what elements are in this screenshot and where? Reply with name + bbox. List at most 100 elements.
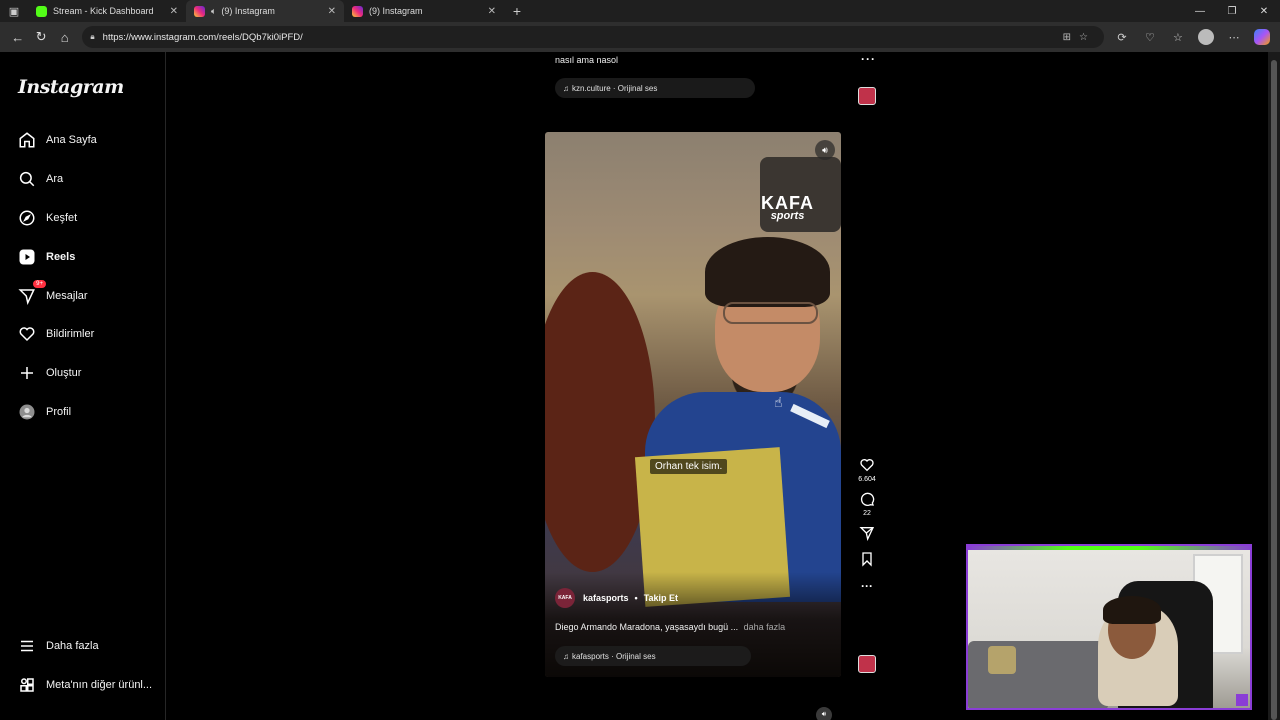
more-options-icon[interactable]: ··· (861, 577, 873, 595)
url-text: https://www.instagram.com/reels/DQb7ki0i… (102, 31, 303, 43)
nav-more[interactable]: Daha fazla (16, 632, 156, 660)
site-info-icon[interactable]: 🔒︎ (90, 32, 94, 42)
close-icon[interactable]: ✕ (488, 6, 496, 17)
video-scene-element (705, 237, 830, 307)
heart-icon[interactable] (859, 457, 875, 475)
like-count: 6.604 (858, 476, 876, 483)
reel-audio-thumbnail[interactable] (858, 655, 876, 673)
nav-label: Ana Sayfa (46, 134, 97, 146)
messenger-icon: 9+ (16, 280, 46, 307)
nav-notifications[interactable]: Bildirimler (16, 320, 156, 348)
send-icon[interactable] (859, 525, 875, 543)
nav-label: Oluştur (46, 367, 82, 379)
reel-video[interactable]: KAFA sports 🔊︎ Orhan tek isim. ☝︎ KAFA k… (545, 132, 841, 677)
reel-caption: Diego Armando Maradona, yaşasaydı bugü .… (555, 622, 785, 632)
previous-more-options-icon[interactable]: ··· (861, 52, 876, 66)
browser-essentials-icon[interactable]: ♡ (1138, 25, 1162, 49)
tab-instagram-active[interactable]: 🔈︎ (9) Instagram ✕ (186, 0, 344, 22)
page-scrollbar[interactable] (1268, 52, 1280, 720)
nav-create[interactable]: Oluştur (16, 359, 156, 387)
back-icon[interactable]: ← (6, 25, 29, 49)
close-icon[interactable]: ✕ (328, 6, 336, 17)
video-scene-element (545, 272, 655, 572)
reel-actions: 6.604 22 ··· (856, 457, 878, 603)
tab-instagram[interactable]: (9) Instagram ✕ (344, 0, 504, 22)
restore-icon[interactable]: ❐ (1216, 0, 1248, 22)
meta-apps-icon (16, 674, 38, 696)
notification-badge: 9+ (33, 280, 46, 288)
comment-icon[interactable] (859, 491, 875, 509)
browser-tab-bar: ▣ Stream - Kick Dashboard ✕ 🔈︎ (9) Insta… (0, 0, 1280, 22)
minimize-icon[interactable]: — (1184, 0, 1216, 22)
comment-count: 22 (863, 510, 871, 517)
compass-icon (16, 207, 38, 229)
author-avatar[interactable]: KAFA (555, 588, 575, 608)
nav-label: Profil (46, 406, 72, 418)
author-username[interactable]: kafasports (583, 593, 629, 603)
caption-text: Diego Armando Maradona, yaşasaydı bugü .… (555, 622, 739, 632)
comment-action[interactable]: 22 (856, 491, 878, 517)
nav-explore[interactable]: Keşfet (16, 204, 156, 232)
webcam-frame-accent (968, 546, 1250, 550)
instagram-logo[interactable]: Instagram (18, 76, 124, 98)
tab-actions-icon[interactable]: ▣ (0, 0, 28, 22)
reel-audio[interactable]: ♫ kafasports · Orijinal ses (555, 646, 751, 666)
tab-title: (9) Instagram (221, 6, 275, 16)
new-tab-button[interactable]: + (504, 3, 530, 19)
nav-label: Daha fazla (46, 640, 99, 652)
profile-icon (16, 401, 38, 423)
nav-label: Bildirimler (46, 328, 95, 340)
nav-messages[interactable]: 9+ Mesajlar (16, 280, 156, 310)
webcam-frame-corner (1236, 694, 1248, 706)
mute-toggle-icon[interactable]: 🔊︎ (815, 140, 835, 160)
audio-label: kafasports · Orijinal ses (572, 651, 656, 661)
video-scene-element (723, 302, 818, 324)
profile-avatar-icon[interactable] (1194, 25, 1218, 49)
copilot-icon[interactable] (1250, 25, 1274, 49)
music-note-icon: ♫ (563, 83, 569, 93)
speaker-icon[interactable]: 🔈︎ (211, 6, 216, 17)
share-action[interactable] (856, 525, 878, 543)
separator-dot: • (634, 593, 638, 603)
tab-kick-dashboard[interactable]: Stream - Kick Dashboard ✕ (28, 0, 186, 22)
next-reel-sound-icon[interactable]: 🔊︎ (816, 707, 832, 720)
toolbar-icons: ⟳ ♡ ☆ ⋯ (1110, 25, 1274, 49)
nav-profile[interactable]: Profil (16, 398, 156, 426)
webcam-scene (988, 646, 1016, 674)
favorites-icon[interactable]: ☆ (1166, 25, 1190, 49)
follow-button[interactable]: Takip Et (644, 593, 678, 603)
nav-reels[interactable]: Reels (16, 243, 156, 271)
plus-icon (16, 362, 38, 384)
video-subtitle: Orhan tek isim. (650, 459, 728, 474)
nav-home[interactable]: Ana Sayfa (16, 126, 156, 154)
address-bar-icons[interactable]: ⊞☆ (1063, 32, 1096, 43)
address-bar[interactable]: 🔒︎ https://www.instagram.com/reels/DQb7k… (82, 26, 1104, 48)
nav-search[interactable]: Ara (16, 165, 156, 193)
nav-label: Keşfet (46, 212, 78, 224)
nav-label: Ara (46, 173, 64, 185)
instagram-sidebar: Instagram Ana Sayfa Ara Keşfet Reels 9+ … (0, 52, 166, 720)
refresh-icon[interactable]: ↻ (29, 25, 52, 49)
more-menu-icon[interactable]: ⋯ (1222, 25, 1246, 49)
scrollbar-thumb[interactable] (1271, 60, 1277, 720)
bookmark-icon[interactable] (859, 551, 875, 569)
caption-more-link[interactable]: daha fazla (744, 622, 786, 632)
home-icon[interactable]: ⌂ (53, 25, 76, 49)
like-action[interactable]: 6.604 (856, 457, 878, 483)
close-window-icon[interactable]: ✕ (1248, 0, 1280, 22)
save-action[interactable] (856, 551, 878, 569)
previous-reel-audio[interactable]: ♫ kzn.culture · Orijinal ses (555, 78, 755, 98)
hand-cursor-icon: ☝︎ (774, 394, 783, 410)
reel-author: KAFA kafasports • Takip Et (555, 588, 678, 608)
close-icon[interactable]: ✕ (170, 6, 178, 17)
nav-label: Reels (46, 251, 76, 263)
kick-icon (36, 5, 47, 17)
nav-meta-apps[interactable]: Meta'nın diğer ürünl... (16, 671, 156, 699)
instagram-icon (194, 5, 205, 17)
extensions-icon[interactable]: ⟳ (1110, 25, 1134, 49)
instagram-icon (352, 5, 363, 17)
menu-icon (16, 635, 38, 657)
nav-label: Meta'nın diğer ürünl... (46, 679, 153, 691)
more-options-action[interactable]: ··· (856, 577, 878, 595)
previous-audio-thumbnail[interactable] (858, 87, 876, 105)
